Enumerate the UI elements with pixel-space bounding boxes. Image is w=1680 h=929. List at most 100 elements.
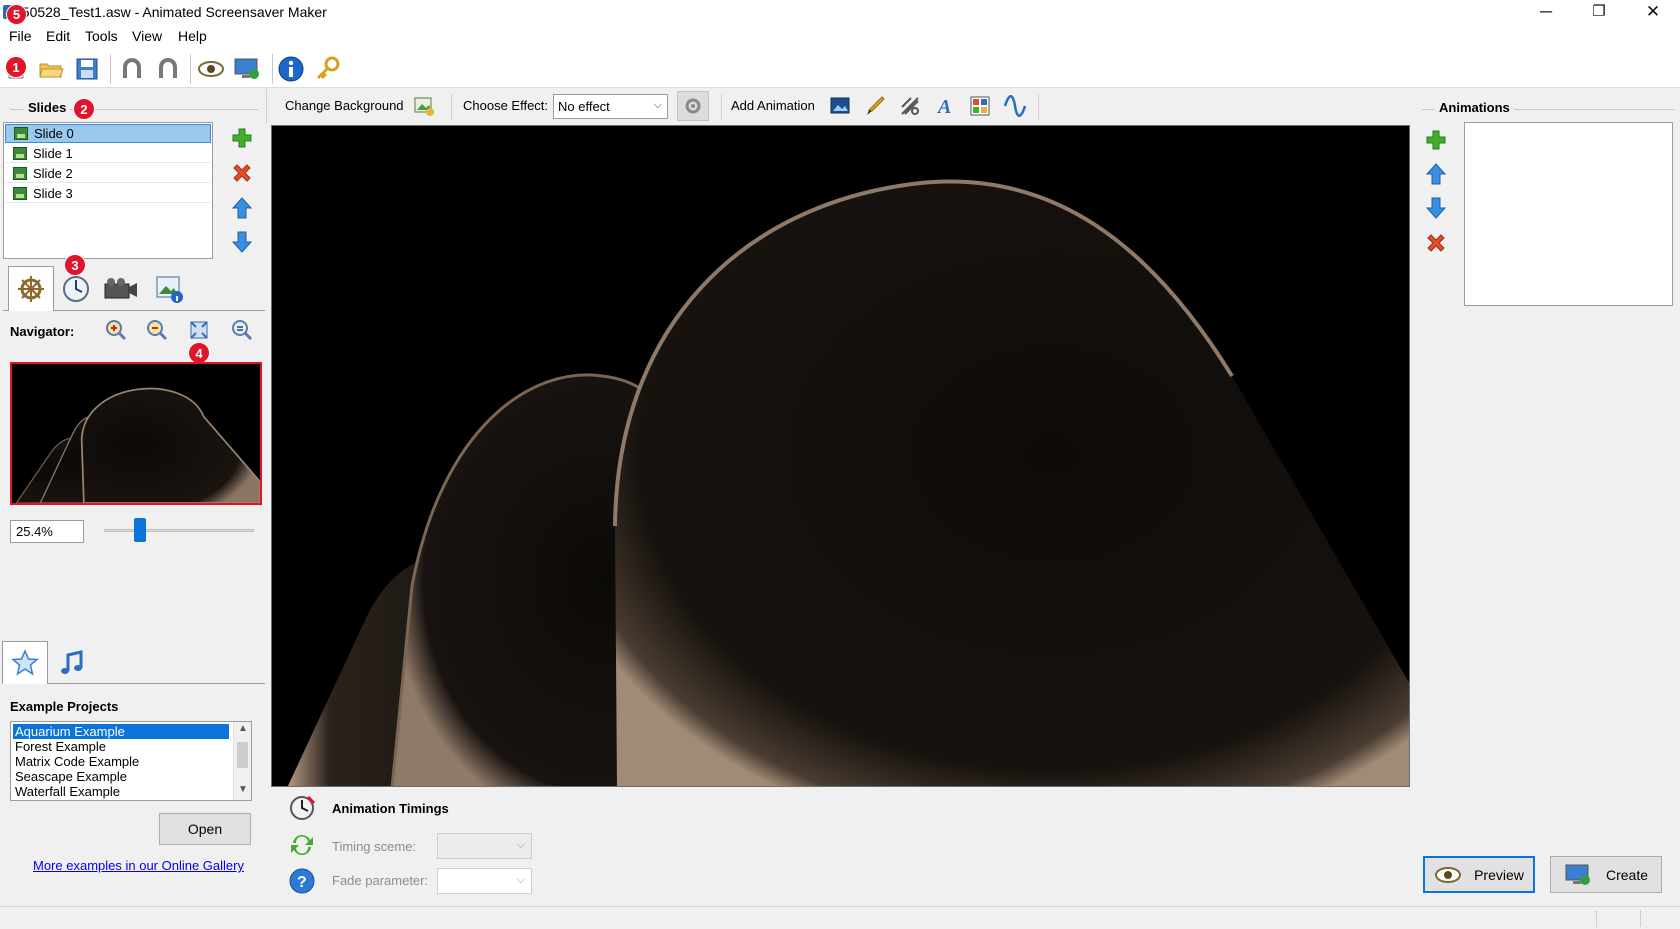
tab-camera[interactable] xyxy=(100,270,142,308)
key-icon[interactable] xyxy=(312,54,342,84)
slide-canvas[interactable] xyxy=(271,125,1410,787)
chevron-down-icon: ⌵ xyxy=(516,874,525,886)
navigator-label: Navigator: xyxy=(10,324,75,339)
marker-1: 1 xyxy=(5,56,27,78)
slide-canvas-image xyxy=(272,126,1409,786)
examples-list[interactable]: Aquarium Example Forest Example Matrix C… xyxy=(10,721,252,801)
create-button[interactable]: Create xyxy=(1550,856,1662,893)
preview-eye-icon[interactable] xyxy=(196,54,226,84)
slide-item[interactable]: Slide 2 xyxy=(5,164,211,183)
add-animation-button[interactable] xyxy=(1423,127,1449,153)
scroll-down-icon[interactable]: ▼ xyxy=(238,784,248,795)
zoom-actual-icon[interactable] xyxy=(227,315,257,345)
tab-properties[interactable] xyxy=(8,266,54,311)
zoom-slider[interactable] xyxy=(104,529,254,532)
toolbar-separator xyxy=(110,54,111,84)
effect-select-value: No effect xyxy=(558,99,610,114)
redo-icon[interactable] xyxy=(153,54,183,84)
add-text-animation-icon[interactable]: A xyxy=(930,91,960,121)
zoom-out-icon[interactable] xyxy=(142,315,172,345)
save-icon[interactable] xyxy=(72,54,102,84)
add-wave-animation-icon[interactable] xyxy=(1000,91,1030,121)
tab-image-info[interactable] xyxy=(150,270,188,308)
preview-label: Preview xyxy=(1474,866,1524,883)
navigator-preview[interactable] xyxy=(10,362,262,505)
zoom-in-icon[interactable] xyxy=(101,315,131,345)
example-item[interactable]: Matrix Code Example xyxy=(13,754,229,769)
screensaver-icon[interactable] xyxy=(232,54,262,84)
navigator-preview-image xyxy=(12,364,260,503)
add-brush-animation-icon[interactable] xyxy=(860,91,890,121)
example-item[interactable]: Seascape Example xyxy=(13,769,229,784)
slides-list[interactable]: Slide 0 Slide 1 Slide 2 Slide 3 xyxy=(3,122,213,259)
menu-tools[interactable]: Tools xyxy=(85,28,118,44)
slide-item[interactable]: Slide 1 xyxy=(5,144,211,163)
background-image-icon[interactable] xyxy=(409,91,439,121)
effect-select[interactable]: No effect ⌵ xyxy=(553,94,668,119)
add-image-animation-icon[interactable] xyxy=(825,91,855,121)
add-slide-button[interactable] xyxy=(229,125,255,151)
title-bar: 250528_Test1.asw - Animated Screensaver … xyxy=(0,0,1680,26)
tab-examples[interactable] xyxy=(2,641,48,684)
menu-help[interactable]: Help xyxy=(178,28,207,44)
create-label: Create xyxy=(1605,866,1649,883)
status-bar xyxy=(0,906,1680,929)
undo-icon[interactable] xyxy=(117,54,147,84)
scroll-up-icon[interactable]: ▲ xyxy=(238,723,248,734)
move-animation-up-button[interactable] xyxy=(1423,161,1449,187)
refresh-icon[interactable] xyxy=(287,830,317,860)
delete-animation-button[interactable] xyxy=(1423,230,1449,256)
fit-to-window-icon[interactable] xyxy=(184,315,214,345)
delete-slide-button[interactable] xyxy=(229,160,255,186)
toolbar-separator xyxy=(451,94,452,120)
menu-view[interactable]: View xyxy=(132,28,162,44)
main-toolbar xyxy=(0,48,1680,88)
add-sprite-animation-icon[interactable] xyxy=(965,91,995,121)
toolbar-separator xyxy=(1038,94,1039,120)
marker-5: 5 xyxy=(6,4,27,25)
scroll-thumb[interactable] xyxy=(237,742,248,768)
image-icon xyxy=(13,186,27,200)
example-item[interactable]: Forest Example xyxy=(13,739,229,754)
chevron-down-icon: ⌵ xyxy=(653,99,662,111)
examples-title: Example Projects xyxy=(10,699,119,714)
toolbar-separator xyxy=(721,94,722,120)
example-item[interactable]: Aquarium Example xyxy=(13,724,229,739)
clock-icon xyxy=(63,276,89,302)
preview-button[interactable]: Preview xyxy=(1423,856,1535,893)
online-gallery-link[interactable]: More examples in our Online Gallery xyxy=(33,858,244,873)
info-icon[interactable] xyxy=(276,54,306,84)
menu-file[interactable]: File xyxy=(9,28,32,44)
fade-parameter-select[interactable]: ⌵ xyxy=(437,868,532,894)
slide-item[interactable]: Slide 3 xyxy=(5,184,211,203)
restore-button[interactable]: ❐ xyxy=(1572,0,1626,26)
marker-3: 3 xyxy=(64,254,86,276)
move-slide-up-button[interactable] xyxy=(229,195,255,221)
help-icon[interactable]: ? xyxy=(287,866,317,896)
menu-edit[interactable]: Edit xyxy=(46,28,70,44)
open-folder-icon[interactable] xyxy=(36,54,66,84)
open-example-button[interactable]: Open xyxy=(159,813,251,845)
fade-parameter-label: Fade parameter: xyxy=(332,873,429,888)
zoom-slider-thumb[interactable] xyxy=(134,518,147,542)
timing-scene-select[interactable]: ⌵ xyxy=(437,833,532,859)
star-icon xyxy=(11,649,39,676)
animations-list[interactable] xyxy=(1464,122,1673,306)
slide-item[interactable]: Slide 0 xyxy=(5,124,211,143)
move-animation-down-button[interactable] xyxy=(1423,195,1449,221)
add-particles-animation-icon[interactable] xyxy=(895,91,925,121)
example-item[interactable]: Waterfall Example xyxy=(13,784,229,799)
tab-music[interactable] xyxy=(54,645,90,681)
change-background-label[interactable]: Change Background xyxy=(285,98,404,113)
effect-settings-button[interactable] xyxy=(677,91,709,121)
move-slide-down-button[interactable] xyxy=(229,229,255,255)
image-icon xyxy=(13,146,27,160)
preview-eye-icon xyxy=(1435,866,1462,883)
slides-title: Slides xyxy=(24,100,71,115)
minimize-button[interactable]: ─ xyxy=(1519,0,1573,26)
close-button[interactable]: ✕ xyxy=(1626,0,1680,26)
examples-scrollbar[interactable]: ▲ ▼ xyxy=(233,722,251,800)
ship-wheel-icon xyxy=(18,276,44,302)
zoom-input[interactable]: 25.4% xyxy=(10,520,84,543)
svg-text:?: ? xyxy=(297,874,307,891)
